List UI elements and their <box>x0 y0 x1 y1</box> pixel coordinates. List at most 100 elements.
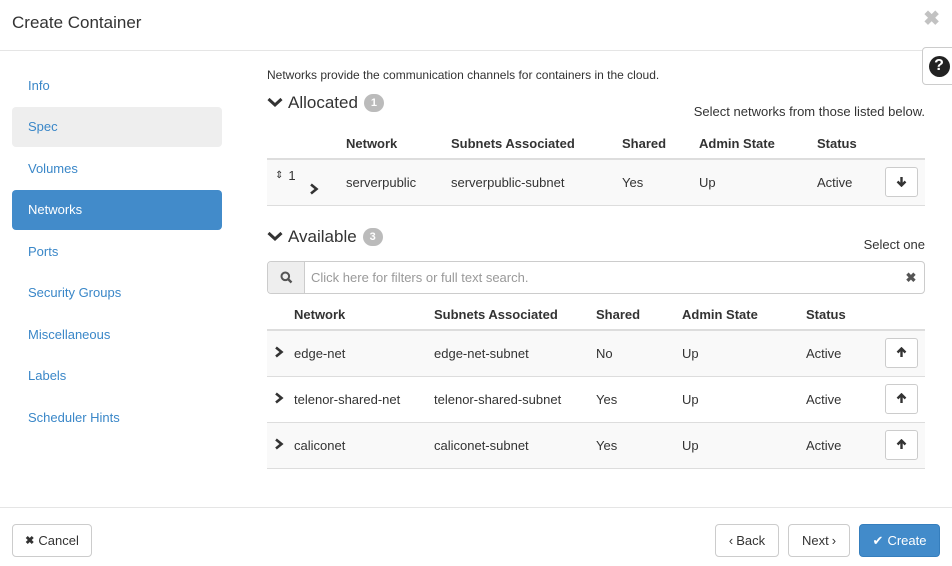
column-header-shared: Shared <box>622 129 699 160</box>
sidebar-item-label: Info <box>28 77 50 93</box>
arrow-down-icon <box>896 175 907 190</box>
allocate-button[interactable] <box>885 430 918 460</box>
create-button[interactable]: ✔ Create <box>859 524 940 557</box>
sidebar-item-miscellaneous[interactable]: Miscellaneous <box>12 314 222 354</box>
available-count-badge: 3 <box>362 228 383 246</box>
back-button[interactable]: ‹ Back <box>715 524 779 557</box>
column-header-action <box>885 300 925 331</box>
cell-subnets: serverpublic-subnet <box>451 159 622 206</box>
allocated-count-badge: 1 <box>363 94 384 112</box>
cell-status: Active <box>817 159 885 206</box>
column-header-subnets: Subnets Associated <box>451 129 622 160</box>
next-label: Next <box>801 533 829 548</box>
table-row: telenor-shared-net telenor-shared-subnet… <box>267 376 925 423</box>
column-header-expand <box>267 300 294 331</box>
cell-subnets: caliconet-subnet <box>434 422 596 469</box>
expand-row-button[interactable] <box>274 346 288 361</box>
step-description: Networks provide the communication chann… <box>267 68 660 82</box>
cell-network: telenor-shared-net <box>294 376 434 423</box>
sidebar-item-labels[interactable]: Labels <box>12 356 222 396</box>
allocated-hint: Select networks from those listed below. <box>693 104 925 119</box>
cell-admin-state: Up <box>682 422 806 469</box>
close-icon: ✖ <box>25 535 35 547</box>
column-header-shared: Shared <box>596 300 682 331</box>
sidebar-item-ports[interactable]: Ports <box>12 231 222 271</box>
allocated-title: Allocated <box>288 93 358 112</box>
allocate-button[interactable] <box>885 384 918 414</box>
cell-status: Active <box>806 330 885 377</box>
filter-search-bar: ✖ <box>267 261 925 294</box>
column-header-network: Network <box>346 129 451 160</box>
deallocate-button[interactable] <box>885 167 918 198</box>
order-number: 1 <box>288 168 296 184</box>
sidebar-item-spec[interactable]: Spec <box>12 106 222 147</box>
chevron-down-icon <box>267 227 283 247</box>
sidebar-item-label: Volumes <box>28 160 78 176</box>
allocated-table: Network Subnets Associated Shared Admin … <box>267 129 925 206</box>
sidebar-item-label: Ports <box>28 243 59 259</box>
chevron-right-icon: › <box>831 533 837 548</box>
cell-network: edge-net <box>294 330 434 377</box>
close-icon[interactable]: ✖ <box>923 9 940 29</box>
modal-header: Create Container ✖ ? <box>0 0 952 85</box>
modal-title: Create Container <box>12 13 142 32</box>
cell-subnets: telenor-shared-subnet <box>434 376 596 423</box>
clear-search-icon[interactable]: ✖ <box>898 262 924 293</box>
cancel-label: Cancel <box>38 533 79 548</box>
arrow-up-icon <box>896 346 907 361</box>
cell-status: Active <box>806 422 885 469</box>
available-section-toggle[interactable]: Available 3 <box>267 227 383 247</box>
table-row: ⇕ 1 serverpublic serverpublic-subnet Yes… <box>267 159 925 206</box>
sidebar-item-label: Networks <box>28 202 83 217</box>
available-title: Available <box>288 227 357 246</box>
create-label: Create <box>887 533 927 548</box>
search-input[interactable] <box>305 262 898 293</box>
expand-row-button[interactable] <box>309 183 323 198</box>
sidebar-item-info[interactable]: Info <box>12 65 222 105</box>
sidebar-item-volumes[interactable]: Volumes <box>12 148 222 188</box>
check-icon: ✔ <box>872 532 884 548</box>
available-table: Network Subnets Associated Shared Admin … <box>267 300 925 469</box>
next-button[interactable]: Next › <box>788 524 850 557</box>
column-header-admin-state: Admin State <box>699 129 817 160</box>
column-header-subnets: Subnets Associated <box>434 300 596 331</box>
available-hint: Select one <box>863 237 925 252</box>
chevron-down-icon <box>267 93 283 113</box>
help-button[interactable]: ? <box>922 47 952 85</box>
search-icon <box>268 262 305 293</box>
allocated-section-toggle[interactable]: Allocated 1 <box>267 93 384 113</box>
sidebar-item-label: Miscellaneous <box>28 326 111 342</box>
table-row: caliconet caliconet-subnet Yes Up Active <box>267 422 925 469</box>
allocate-button[interactable] <box>885 338 918 369</box>
column-header-action <box>885 129 925 160</box>
sidebar-item-label: Labels <box>28 368 67 383</box>
expand-row-button[interactable] <box>274 437 288 453</box>
cell-admin-state: Up <box>682 376 806 423</box>
sidebar-item-label: Scheduler Hints <box>28 409 120 425</box>
cell-subnets: edge-net-subnet <box>434 330 596 377</box>
column-header-network: Network <box>294 300 434 331</box>
back-label: Back <box>736 533 766 548</box>
arrow-up-icon <box>896 392 907 407</box>
expand-row-button[interactable] <box>274 391 288 407</box>
cell-shared: Yes <box>596 422 682 469</box>
cancel-button[interactable]: ✖ Cancel <box>12 524 92 557</box>
column-header-admin-state: Admin State <box>682 300 806 331</box>
drag-handle[interactable]: ⇕ 1 <box>275 168 296 183</box>
sidebar-item-security-groups[interactable]: Security Groups <box>12 273 222 313</box>
question-circle-icon: ? <box>928 55 950 77</box>
sidebar-item-networks[interactable]: Networks <box>12 189 222 230</box>
cell-shared: No <box>596 330 682 377</box>
table-row: edge-net edge-net-subnet No Up Active <box>267 330 925 377</box>
column-header-status: Status <box>817 129 885 160</box>
cell-shared: Yes <box>622 159 699 206</box>
chevron-left-icon: ‹ <box>728 533 734 548</box>
column-header-status: Status <box>806 300 885 331</box>
sidebar-item-label: Spec <box>28 119 58 134</box>
wizard-steps-nav: Info Spec Volumes Networks Ports Securit… <box>12 65 222 439</box>
sidebar-item-scheduler-hints[interactable]: Scheduler Hints <box>12 397 222 437</box>
cell-status: Active <box>806 376 885 423</box>
column-header-order <box>267 129 346 160</box>
sidebar-item-label: Security Groups <box>28 285 122 300</box>
modal-footer: ✖ Cancel ‹ Back Next › ✔ Create <box>0 507 952 566</box>
